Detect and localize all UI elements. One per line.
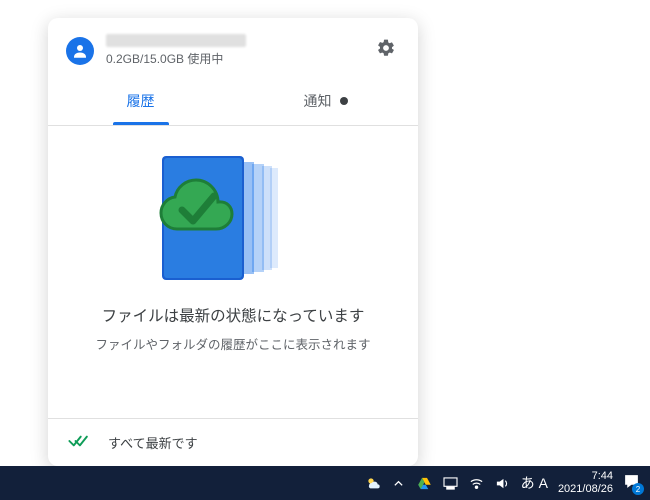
settings-button[interactable] [372, 34, 400, 67]
person-icon [71, 42, 89, 60]
taskbar-clock[interactable]: 7:44 2021/08/26 [558, 470, 613, 495]
volume-icon[interactable] [495, 475, 511, 491]
tab-history-label: 履歴 [127, 91, 155, 111]
ime-indicator[interactable]: あ A [521, 473, 548, 493]
header-text: 0.2GB/15.0GB 使用中 [106, 34, 372, 67]
tab-notifications-label: 通知 [304, 91, 332, 111]
tab-history[interactable]: 履歴 [48, 77, 233, 125]
status-subtitle: ファイルやフォルダの履歴がここに表示されます [95, 334, 370, 353]
system-tray [365, 475, 511, 491]
content-area: ファイルは最新の状態になっています ファイルやフォルダの履歴がここに表示されます [48, 126, 418, 418]
notification-dot-icon [340, 97, 348, 105]
gear-icon [376, 38, 396, 58]
google-drive-tray-icon[interactable] [417, 475, 433, 491]
footer-status-text: すべて最新です [108, 433, 198, 452]
tab-bar: 履歴 通知 [48, 77, 418, 126]
action-center-button[interactable]: 2 [623, 473, 640, 493]
synced-illustration-icon [148, 154, 318, 284]
clock-date: 2021/08/26 [558, 483, 613, 496]
user-name-redacted [106, 34, 246, 47]
storage-usage: 0.2GB/15.0GB 使用中 [106, 50, 372, 67]
notification-badge: 2 [632, 483, 644, 495]
task-view-icon[interactable] [443, 475, 459, 491]
panel-header: 0.2GB/15.0GB 使用中 [48, 18, 418, 77]
weather-tray-icon[interactable] [365, 475, 381, 491]
wifi-icon[interactable] [469, 475, 485, 491]
drive-panel: 0.2GB/15.0GB 使用中 履歴 通知 [48, 18, 418, 466]
double-check-icon [68, 434, 90, 451]
ime-mode: A [539, 475, 548, 491]
tray-chevron-up-icon[interactable] [391, 475, 407, 491]
tab-notifications[interactable]: 通知 [233, 77, 418, 125]
clock-time: 7:44 [558, 470, 613, 483]
user-avatar[interactable] [66, 37, 94, 65]
windows-taskbar: あ A 7:44 2021/08/26 2 [0, 466, 650, 500]
status-title: ファイルは最新の状態になっています [102, 304, 365, 326]
ime-hiragana: あ [521, 473, 535, 493]
panel-footer: すべて最新です [48, 418, 418, 466]
